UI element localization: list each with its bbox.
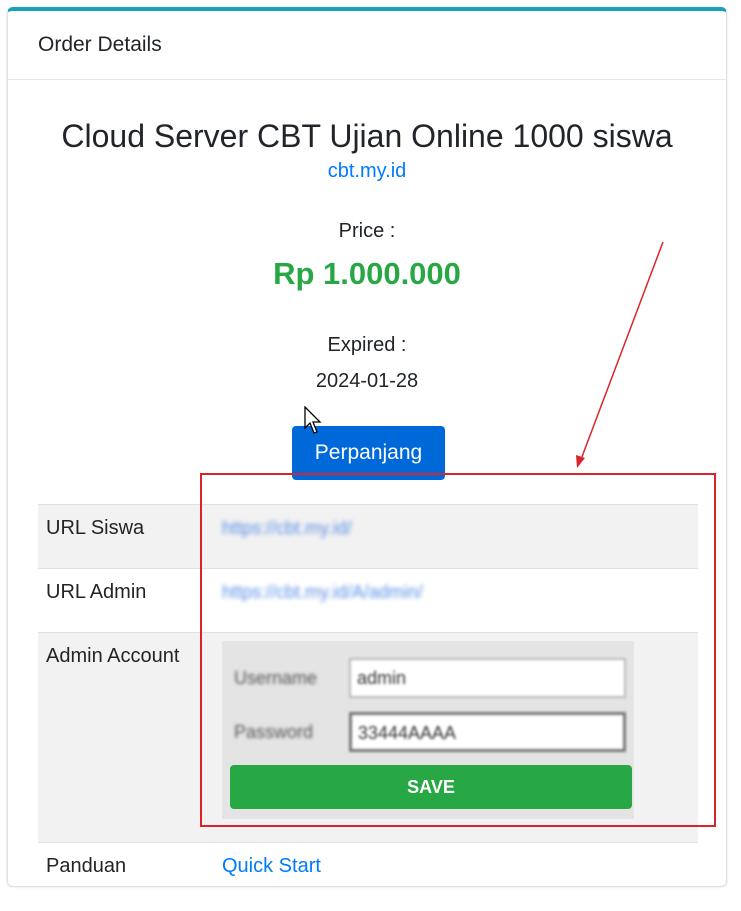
table-row: Panduan Quick Start bbox=[38, 843, 698, 911]
price-label: Price : bbox=[8, 220, 726, 243]
quick-start-link[interactable]: Quick Start bbox=[222, 855, 321, 877]
url-admin-label: URL Admin bbox=[38, 569, 222, 633]
expired-date: 2024-01-28 bbox=[8, 370, 726, 393]
order-details-card: Order Details Cloud Server CBT Ujian Onl… bbox=[7, 7, 727, 887]
panduan-label: Panduan bbox=[38, 843, 222, 911]
password-label: Password bbox=[230, 722, 349, 743]
username-row: Username admin bbox=[230, 651, 626, 705]
product-name: Cloud Server CBT Ujian Online 1000 siswa bbox=[8, 118, 726, 155]
password-row: Password 33444AAAA bbox=[230, 705, 626, 759]
card-title: Order Details bbox=[38, 33, 162, 57]
url-admin-link[interactable]: https://cbt.my.id/A/admin/ bbox=[222, 582, 423, 602]
url-siswa-label: URL Siswa bbox=[38, 505, 222, 569]
card-header: Order Details bbox=[8, 11, 726, 80]
admin-account-label: Admin Account bbox=[38, 633, 222, 843]
username-label: Username bbox=[230, 668, 349, 689]
username-field[interactable]: admin bbox=[349, 658, 626, 698]
mouse-cursor-icon bbox=[304, 406, 324, 436]
product-domain-link[interactable]: cbt.my.id bbox=[8, 160, 726, 183]
table-row: Admin Account Username admin Password 33… bbox=[38, 633, 698, 843]
expired-label: Expired : bbox=[8, 334, 726, 357]
url-siswa-link[interactable]: https://cbt.my.id/ bbox=[222, 518, 352, 538]
save-button[interactable]: SAVE bbox=[230, 765, 632, 809]
price-value: Rp 1.000.000 bbox=[8, 256, 726, 292]
password-field[interactable]: 33444AAAA bbox=[349, 712, 626, 752]
order-info-table: URL Siswa https://cbt.my.id/ URL Admin h… bbox=[38, 504, 698, 911]
table-row: URL Siswa https://cbt.my.id/ bbox=[38, 505, 698, 569]
table-row: URL Admin https://cbt.my.id/A/admin/ bbox=[38, 569, 698, 633]
admin-account-form: Username admin Password 33444AAAA SAVE bbox=[222, 641, 634, 819]
